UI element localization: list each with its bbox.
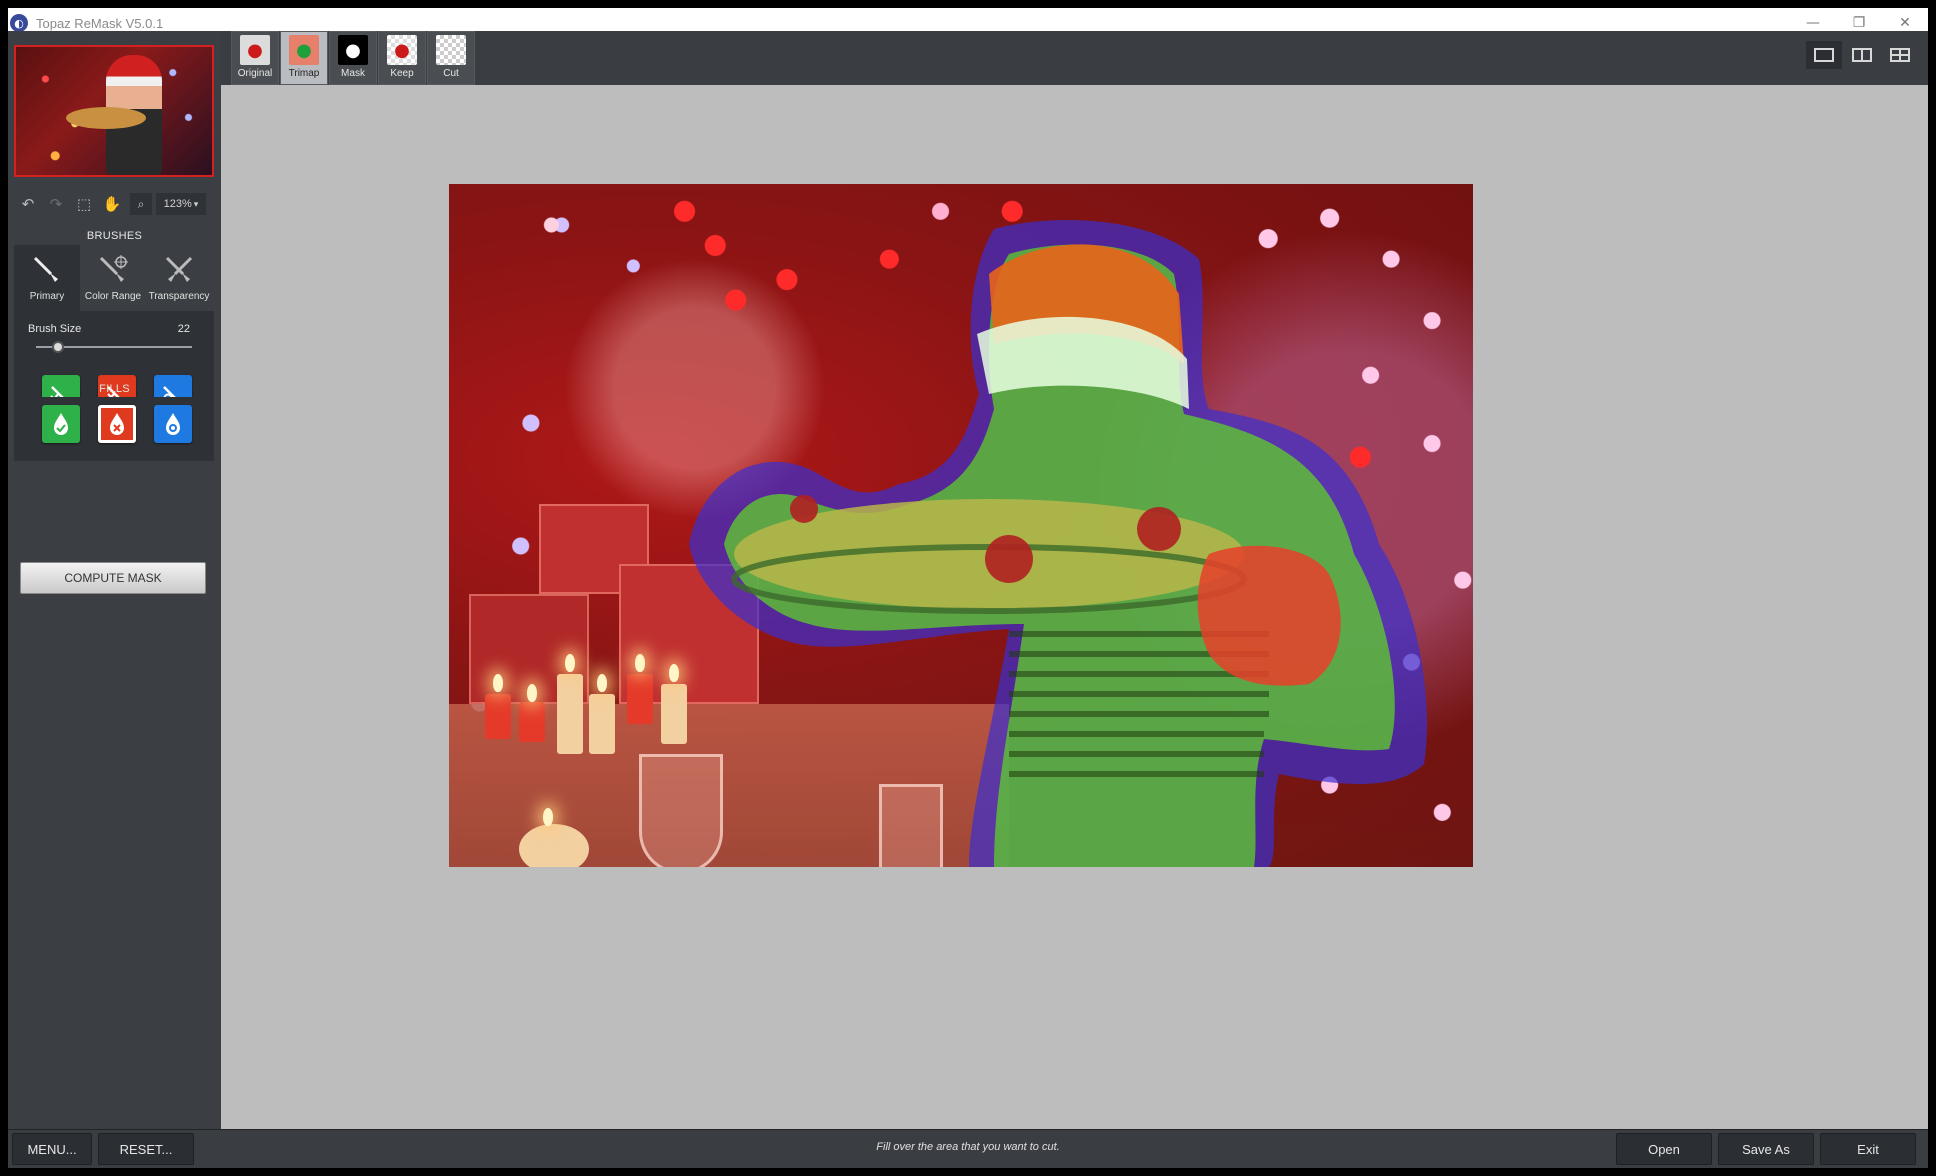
window-title: Topaz ReMask V5.0.1: [36, 15, 164, 31]
compute-fill-button[interactable]: [154, 405, 192, 443]
brushes-heading: BRUSHES: [86, 230, 143, 242]
save-as-button[interactable]: Save As: [1718, 1133, 1814, 1165]
oven-mitt: [1197, 545, 1341, 686]
tab-color-range-label: Color Range: [84, 291, 142, 302]
brush-icon: [27, 253, 67, 287]
transparency-brush-icon: [159, 253, 199, 287]
fill-buttons: [14, 397, 214, 453]
zoom-dropdown[interactable]: 123% ▾: [156, 193, 206, 215]
trimap-image[interactable]: [449, 184, 1473, 867]
mask-apple-icon: ●: [338, 35, 368, 65]
app-window: ◐ Topaz ReMask V5.0.1 — ❐ ✕ ↶ ↷ ⬚ ✋ ⌕ 12…: [0, 0, 1936, 1176]
exit-button[interactable]: Exit: [1820, 1133, 1916, 1165]
undo-icon[interactable]: ↶: [14, 192, 42, 216]
brush-size-slider-handle[interactable]: [51, 341, 64, 353]
zoom-icon[interactable]: ⌕: [130, 193, 152, 215]
bottom-bar: MENU... RESET... Fill over the area that…: [8, 1129, 1928, 1168]
cut-fill-button[interactable]: [98, 405, 136, 443]
keep-apple-icon: ●: [387, 35, 417, 65]
tab-primary-label: Primary: [29, 291, 65, 302]
keep-fill-icon: [54, 413, 68, 435]
left-panel: ↶ ↷ ⬚ ✋ ⌕ 123% ▾ BRUSHES Primary Color R…: [8, 31, 221, 1129]
tab-trimap-label: Trimap: [288, 68, 320, 79]
pomegranate: [790, 495, 818, 523]
pomegranate: [985, 535, 1033, 583]
pomegranate: [1137, 507, 1181, 551]
navigator-thumbnail[interactable]: [14, 45, 214, 177]
app-body: ↶ ↷ ⬚ ✋ ⌕ 123% ▾ BRUSHES Primary Color R…: [8, 31, 1928, 1168]
hand-icon[interactable]: ✋: [98, 192, 126, 216]
layout-buttons: [1806, 41, 1918, 69]
open-button[interactable]: Open: [1616, 1133, 1712, 1165]
tab-original-label: Original: [237, 68, 273, 79]
marquee-icon[interactable]: ⬚: [70, 192, 98, 216]
view-mode-tabs: ● Original ● Trimap ● Mask ● Keep Cut: [231, 31, 476, 85]
view-toolbar: ↶ ↷ ⬚ ✋ ⌕ 123% ▾: [14, 191, 214, 217]
brush-size-value: 22: [177, 323, 190, 335]
quad-view-button[interactable]: [1882, 41, 1918, 69]
image-canvas[interactable]: [221, 85, 1928, 1129]
tab-mask-label: Mask: [341, 68, 365, 79]
topaz-logo-icon: ◐: [10, 14, 28, 32]
fill-mode-buttons: [42, 405, 192, 443]
keep-fill-button[interactable]: [42, 405, 80, 443]
tab-cut-label: Cut: [443, 68, 459, 79]
compute-fill-icon: [166, 413, 180, 435]
apple-icon: ●: [240, 35, 270, 65]
single-view-button[interactable]: [1806, 41, 1842, 69]
zoom-value: 123%: [163, 198, 192, 210]
tab-transparency-label: Transparency: [148, 291, 210, 302]
redo-icon[interactable]: ↷: [42, 192, 70, 216]
tab-keep-label: Keep: [390, 68, 414, 79]
quad-view-icon: [1890, 48, 1910, 62]
tab-cut[interactable]: Cut: [427, 31, 475, 85]
cut-fill-icon: [110, 413, 124, 435]
fills-heading: FILLS: [99, 383, 130, 395]
trimap-apple-icon: ●: [289, 35, 319, 65]
trimap-overlay: [689, 220, 1427, 867]
tab-mask[interactable]: ● Mask: [329, 31, 377, 85]
thumbnail-platter: [66, 107, 146, 129]
tab-trimap[interactable]: ● Trimap: [280, 31, 328, 85]
tab-original[interactable]: ● Original: [231, 31, 279, 85]
split-view-button[interactable]: [1844, 41, 1880, 69]
brush-size-label: Brush Size: [28, 323, 82, 335]
chevron-down-icon: ▾: [193, 198, 199, 209]
cut-transparent-icon: [436, 35, 466, 65]
split-view-icon: [1852, 48, 1872, 62]
compute-mask-button[interactable]: COMPUTE MASK: [20, 562, 206, 594]
single-view-icon: [1814, 48, 1834, 62]
tab-keep[interactable]: ● Keep: [378, 31, 426, 85]
color-range-brush-icon: [93, 253, 133, 287]
brush-size-slider[interactable]: [36, 341, 192, 353]
